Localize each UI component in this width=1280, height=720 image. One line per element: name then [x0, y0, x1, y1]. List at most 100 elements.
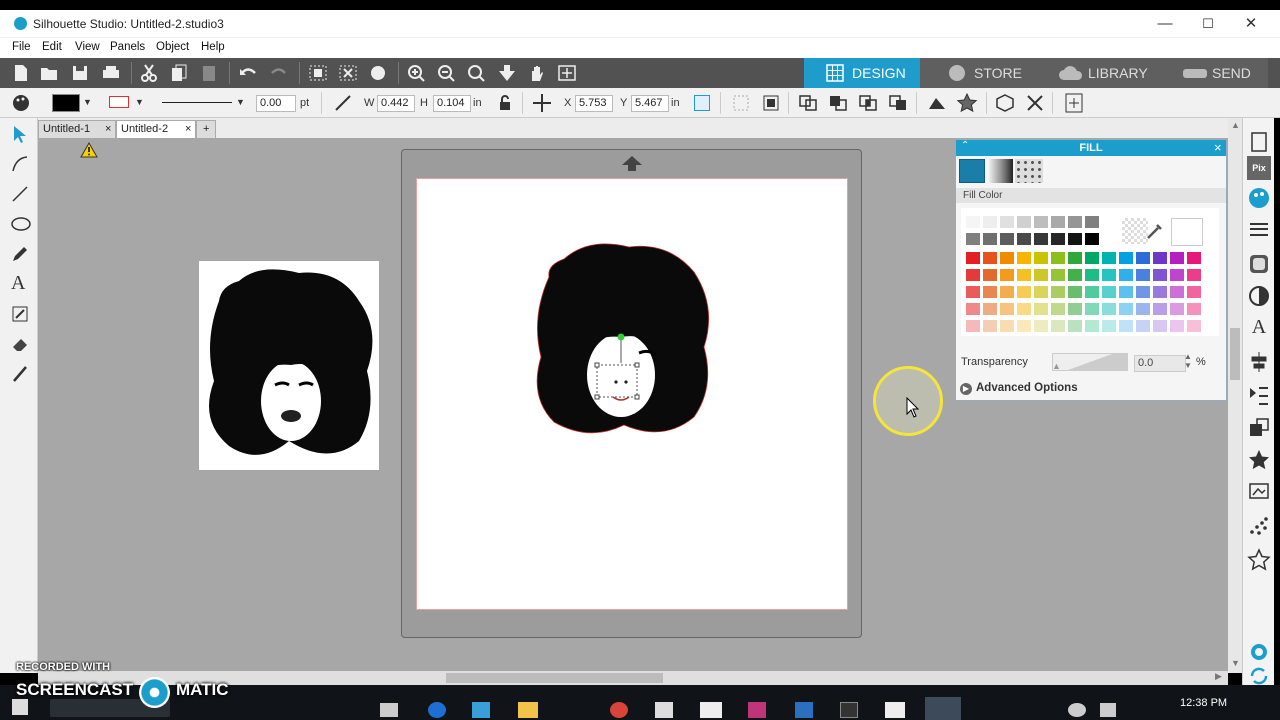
color-swatch[interactable] [1102, 286, 1116, 298]
color-swatch[interactable] [1102, 320, 1116, 332]
tab-design[interactable]: DESIGN [804, 58, 920, 88]
color-swatch[interactable] [1170, 320, 1184, 332]
copy-icon[interactable] [168, 63, 190, 83]
color-swatch[interactable] [1187, 286, 1201, 298]
width-input[interactable]: 0.442 [377, 95, 415, 112]
transparency-input[interactable]: 0.0 [1134, 355, 1186, 372]
color-swatch[interactable] [966, 233, 980, 245]
color-swatch[interactable] [1119, 252, 1133, 264]
delete-icon[interactable] [1026, 94, 1044, 112]
edge-browser-icon[interactable] [428, 702, 446, 718]
shopping-bag-icon[interactable] [655, 702, 673, 718]
fit-to-page-icon[interactable] [496, 63, 518, 83]
tray-icon[interactable] [1100, 703, 1116, 717]
color-swatch[interactable] [1000, 303, 1014, 315]
color-swatch[interactable] [966, 320, 980, 332]
color-swatch[interactable] [983, 286, 997, 298]
registration-marks-icon[interactable] [1064, 92, 1084, 114]
color-swatch[interactable] [1102, 252, 1116, 264]
subtract-icon[interactable] [828, 94, 848, 112]
text-tool-icon[interactable]: A [11, 272, 25, 295]
menu-view[interactable]: View [75, 41, 100, 53]
line-color-swatch[interactable] [109, 96, 129, 108]
zoom-selection-icon[interactable] [466, 63, 488, 83]
color-swatch[interactable] [1136, 286, 1150, 298]
color-swatch[interactable] [1000, 252, 1014, 264]
line-draw-icon[interactable] [10, 184, 30, 204]
menu-file[interactable]: File [12, 41, 31, 53]
color-swatch[interactable] [1034, 320, 1048, 332]
advanced-options-toggle[interactable]: Advanced Options [976, 382, 1078, 394]
redo-icon[interactable] [268, 63, 290, 83]
tab-untitled-1[interactable]: Untitled-1 × [38, 120, 116, 138]
color-swatch[interactable] [1170, 252, 1184, 264]
color-swatch[interactable] [1187, 269, 1201, 281]
sketch-dots-icon[interactable] [1247, 514, 1271, 538]
color-swatch[interactable] [983, 216, 997, 228]
scroll-up-icon[interactable]: ▲ [1231, 120, 1240, 130]
color-swatch[interactable] [1136, 252, 1150, 264]
color-swatch[interactable] [1153, 269, 1167, 281]
horizontal-scroll-thumb[interactable] [446, 673, 663, 683]
select-all-icon[interactable] [307, 63, 329, 83]
color-swatch[interactable] [1085, 216, 1099, 228]
trace-panel-icon[interactable] [1247, 480, 1271, 504]
group-icon[interactable] [732, 94, 750, 112]
reference-image[interactable] [199, 261, 379, 470]
color-swatch[interactable] [1017, 216, 1031, 228]
favorites-star-icon[interactable] [1247, 548, 1271, 572]
color-swatch[interactable] [1153, 252, 1167, 264]
fill-color-palette-icon[interactable] [1247, 186, 1271, 210]
color-swatch[interactable] [1051, 252, 1065, 264]
pan-hand-icon[interactable] [526, 63, 548, 83]
line-width-input[interactable]: 0.00 [256, 95, 296, 112]
knife-icon[interactable] [10, 364, 30, 384]
design-page[interactable] [416, 178, 848, 610]
color-swatch[interactable] [1068, 216, 1082, 228]
amazon-icon[interactable] [840, 702, 858, 718]
color-swatch[interactable] [1051, 286, 1065, 298]
transparency-stepper-icon[interactable]: ▲ ▼ [1184, 352, 1192, 370]
color-swatch[interactable] [1017, 303, 1031, 315]
app-icon-purple[interactable] [748, 702, 766, 718]
color-swatch[interactable] [1153, 320, 1167, 332]
advanced-options-expand-icon[interactable]: ▶ [960, 383, 972, 395]
solid-fill-tab[interactable] [959, 159, 985, 183]
open-folder-icon[interactable] [38, 63, 60, 83]
line-style-icon[interactable] [1247, 218, 1271, 242]
color-swatch[interactable] [1153, 286, 1167, 298]
color-swatch[interactable] [966, 303, 980, 315]
menu-edit[interactable]: Edit [42, 41, 62, 53]
color-swatch[interactable] [1068, 286, 1082, 298]
align-icon[interactable] [1247, 350, 1271, 374]
zoom-out-icon[interactable] [436, 63, 458, 83]
traced-afro-design[interactable] [529, 237, 715, 437]
maximize-button[interactable]: ☐ [1188, 14, 1228, 34]
color-swatch[interactable] [966, 216, 980, 228]
color-swatch[interactable] [1119, 320, 1133, 332]
pixscan-icon[interactable]: Pix [1247, 156, 1271, 180]
height-input[interactable]: 0.104 [433, 95, 471, 112]
new-tab-button[interactable]: + [196, 120, 216, 138]
line-tool-icon[interactable] [334, 94, 352, 112]
color-swatch[interactable] [1170, 269, 1184, 281]
color-swatch[interactable] [1136, 320, 1150, 332]
color-swatch[interactable] [1034, 303, 1048, 315]
color-swatch[interactable] [983, 252, 997, 264]
color-swatch[interactable] [1187, 303, 1201, 315]
undo-icon[interactable] [237, 63, 259, 83]
weld-icon[interactable] [798, 94, 818, 112]
color-swatch[interactable] [1034, 216, 1048, 228]
task-view-icon[interactable] [380, 703, 398, 717]
fill-pattern-icon[interactable] [1247, 252, 1271, 276]
line-style-dropdown-icon[interactable]: ▼ [236, 97, 245, 107]
color-swatch[interactable] [1000, 269, 1014, 281]
color-swatch[interactable] [1085, 233, 1099, 245]
gradient-fill-tab[interactable] [987, 159, 1013, 183]
color-swatch[interactable] [1170, 286, 1184, 298]
fill-panel-close-icon[interactable]: × [1214, 140, 1222, 155]
color-swatch[interactable] [983, 303, 997, 315]
color-swatch[interactable] [1187, 320, 1201, 332]
freehand-pencil-icon[interactable] [10, 244, 30, 264]
text-style-icon[interactable]: A [1247, 316, 1271, 340]
